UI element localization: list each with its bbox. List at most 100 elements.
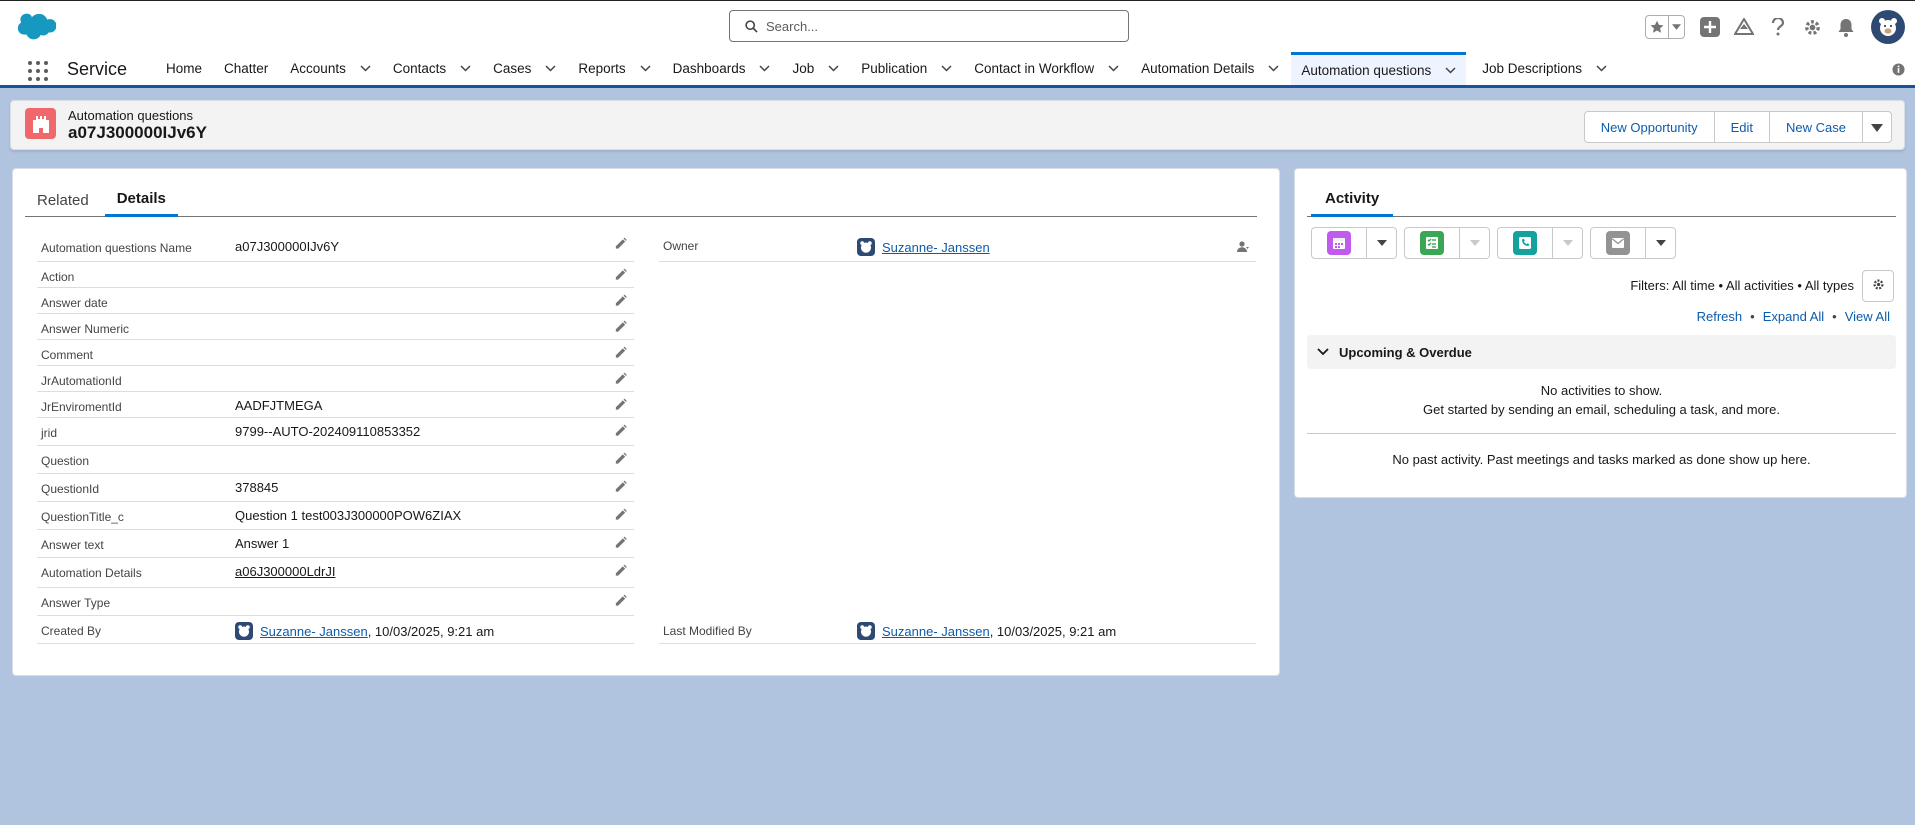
field-label: Last Modified By: [663, 624, 752, 638]
nav-item-chatter[interactable]: Chatter: [218, 52, 274, 85]
edit-pencil-icon[interactable]: [614, 237, 628, 251]
help-icon[interactable]: [1767, 16, 1789, 38]
log-call-button[interactable]: [1497, 227, 1553, 259]
tab-details[interactable]: Details: [104, 183, 178, 217]
record-name: a07J300000IJv6Y: [68, 123, 207, 142]
notifications-bell-icon[interactable]: [1835, 16, 1857, 38]
tab-related[interactable]: Related: [25, 183, 101, 217]
filter-settings-button[interactable]: [1862, 270, 1894, 302]
chevron-down-icon[interactable]: [1445, 66, 1456, 74]
field-value-link[interactable]: a06J300000LdrJI: [235, 564, 335, 579]
field-value: 9799--AUTO-202409110853352: [235, 424, 421, 439]
upcoming-overdue-section[interactable]: Upcoming & Overdue: [1307, 335, 1896, 369]
created-by-user-link[interactable]: Suzanne- Janssen: [260, 624, 368, 639]
nav-items: Home Chatter Accounts Contacts Cases Reports D…: [160, 52, 1623, 85]
salesforce-logo-icon[interactable]: [16, 12, 57, 40]
nav-item-publication[interactable]: Publication: [855, 52, 958, 85]
setup-gear-icon[interactable]: [1801, 16, 1823, 38]
nav-item-job-descriptions[interactable]: Job Descriptions: [1476, 52, 1613, 85]
edit-pencil-icon[interactable]: [614, 320, 628, 334]
new-event-button[interactable]: [1311, 227, 1367, 259]
field-value: Question 1 test003J300000POW6ZIAX: [235, 508, 462, 523]
nav-item-job[interactable]: Job: [786, 52, 845, 85]
app-launcher-icon[interactable]: [28, 61, 48, 81]
send-email-dropdown[interactable]: [1646, 227, 1676, 259]
field-label: Action: [41, 270, 75, 284]
edit-pencil-icon[interactable]: [614, 398, 628, 412]
user-avatar[interactable]: [1871, 10, 1905, 44]
edit-button[interactable]: Edit: [1713, 111, 1771, 143]
edit-pencil-icon[interactable]: [614, 346, 628, 360]
owner-link[interactable]: Suzanne- Janssen: [882, 240, 990, 255]
edit-pencil-icon[interactable]: [614, 594, 628, 608]
edit-pencil-icon[interactable]: [614, 372, 628, 386]
nav-item-accounts[interactable]: Accounts: [284, 52, 377, 85]
nav-item-automation-questions[interactable]: Automation questions: [1291, 52, 1467, 85]
field-label: jrid: [41, 426, 58, 440]
chevron-down-icon[interactable]: [828, 65, 839, 72]
chevron-down-icon[interactable]: [1108, 65, 1119, 72]
edit-pencil-icon[interactable]: [614, 536, 628, 550]
nav-item-contacts[interactable]: Contacts: [387, 52, 477, 85]
field-row-automation-details: Automation Details a06J300000LdrJI: [37, 558, 634, 588]
nav-item-dashboards[interactable]: Dashboards: [667, 52, 777, 85]
more-actions-button[interactable]: [1862, 111, 1892, 143]
edit-pencil-icon[interactable]: [614, 268, 628, 282]
edit-pencil-icon[interactable]: [614, 480, 628, 494]
user-avatar-icon: [857, 622, 875, 640]
record-tabs: Related Details: [25, 183, 1257, 217]
chevron-down-icon[interactable]: [460, 65, 471, 72]
global-create-icon[interactable]: [1699, 16, 1721, 38]
log-call-action: [1497, 227, 1583, 259]
star-icon[interactable]: [1646, 16, 1668, 38]
expand-all-link[interactable]: Expand All: [1763, 309, 1824, 324]
divider: [1307, 433, 1896, 434]
edit-pencil-icon[interactable]: [614, 452, 628, 466]
new-event-dropdown[interactable]: [1367, 227, 1397, 259]
chevron-down-icon[interactable]: [759, 65, 770, 72]
nav-item-reports[interactable]: Reports: [572, 52, 656, 85]
nav-item-cases[interactable]: Cases: [487, 52, 562, 85]
chevron-down-icon[interactable]: [545, 65, 556, 72]
nav-item-label: Job: [792, 61, 815, 76]
edit-pencil-icon[interactable]: [614, 424, 628, 438]
new-case-button[interactable]: New Case: [1769, 111, 1863, 143]
refresh-link[interactable]: Refresh: [1697, 309, 1743, 324]
search-input[interactable]: Search...: [729, 10, 1129, 42]
nav-item-automation-details[interactable]: Automation Details: [1135, 52, 1285, 85]
nav-item-label: Home: [166, 61, 203, 76]
edit-pencil-icon[interactable]: [614, 508, 628, 522]
last-modified-user-link[interactable]: Suzanne- Janssen: [882, 624, 990, 639]
log-call-dropdown[interactable]: [1553, 227, 1583, 259]
edit-pencil-icon[interactable]: [614, 564, 628, 578]
view-all-link[interactable]: View All: [1845, 309, 1890, 324]
edit-pencil-icon[interactable]: [614, 294, 628, 308]
info-icon[interactable]: [1892, 63, 1905, 79]
chevron-down-icon[interactable]: [640, 65, 651, 72]
new-task-dropdown[interactable]: [1460, 227, 1490, 259]
field-row-owner: Owner Suzanne- Janssen: [659, 231, 1256, 262]
send-email-button[interactable]: [1590, 227, 1646, 259]
nav-item-contact-in-workflow[interactable]: Contact in Workflow: [968, 52, 1125, 85]
chevron-down-icon[interactable]: [941, 65, 952, 72]
new-opportunity-button[interactable]: New Opportunity: [1583, 111, 1715, 143]
field-row-last-modified-by: Last Modified By Suzanne- Janssen , 10/0…: [659, 616, 1256, 644]
tab-activity[interactable]: Activity: [1311, 183, 1394, 217]
favorites-dropdown-icon[interactable]: [1668, 16, 1684, 38]
chevron-down-icon[interactable]: [1268, 65, 1279, 72]
chevron-down-icon[interactable]: [360, 65, 371, 72]
field-row-created-by: Created By Suzanne- Janssen , 10/03/2025…: [37, 616, 634, 644]
nav-item-label: Automation questions: [1301, 62, 1432, 78]
field-row-jrenviromentid: JrEnviromentId AADFJTMEGA: [37, 392, 634, 418]
new-task-button[interactable]: [1404, 227, 1460, 259]
field-row-comment: Comment: [37, 340, 634, 366]
field-row-question: Question: [37, 446, 634, 474]
nav-item-home[interactable]: Home: [160, 52, 208, 85]
trailhead-icon[interactable]: [1733, 16, 1755, 38]
chevron-down-icon[interactable]: [1596, 65, 1607, 72]
favorites-button[interactable]: [1645, 15, 1685, 39]
change-owner-icon[interactable]: [1236, 240, 1250, 254]
global-header: Search...: [0, 0, 1915, 52]
field-value: AADFJTMEGA: [235, 398, 323, 413]
field-value: Suzanne- Janssen: [857, 238, 990, 256]
